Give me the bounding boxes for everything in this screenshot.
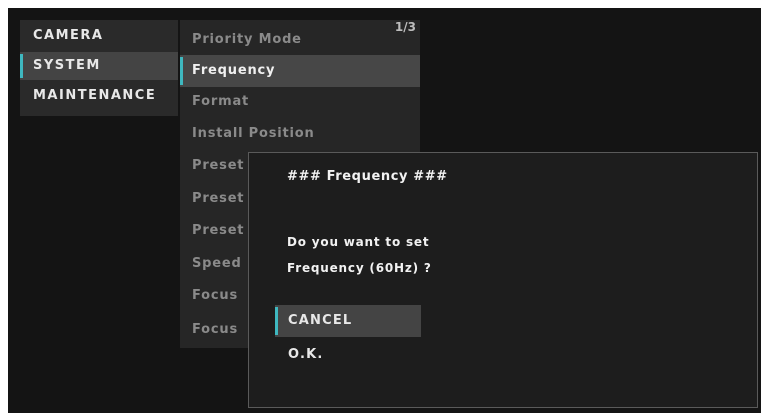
ok-button-label: O.K. — [288, 347, 324, 362]
dialog-title: ### Frequency ### — [287, 169, 448, 184]
dialog-message-line-1: Do you want to set — [287, 235, 430, 249]
dialog-message-line-2: Frequency (60Hz) ? — [287, 261, 432, 275]
main-menu-item-system[interactable]: SYSTEM — [20, 52, 178, 80]
submenu-item-priority-mode[interactable]: Priority Mode — [180, 24, 420, 56]
main-menu-item-camera[interactable]: CAMERA — [20, 22, 178, 50]
submenu-item-label: Focus — [192, 288, 238, 303]
main-menu: CAMERA SYSTEM MAINTENANCE — [20, 20, 178, 116]
submenu-item-label: Format — [192, 94, 250, 109]
cancel-button[interactable]: CANCEL — [275, 305, 421, 337]
selection-indicator — [180, 57, 183, 85]
frequency-confirm-dialog: ### Frequency ### Do you want to set Fre… — [248, 152, 758, 408]
submenu-item-label: Preset — [192, 191, 245, 206]
submenu-item-format[interactable]: Format — [180, 86, 420, 118]
submenu-item-label: Preset — [192, 223, 245, 238]
submenu-item-label: Priority Mode — [192, 32, 302, 47]
submenu-item-install-position[interactable]: Install Position — [180, 118, 420, 150]
cancel-button-label: CANCEL — [288, 313, 353, 328]
ok-button[interactable]: O.K. — [275, 339, 421, 371]
submenu-item-label: Focus — [192, 322, 238, 337]
submenu-item-label: Preset — [192, 158, 245, 173]
submenu-item-label: Install Position — [192, 126, 315, 141]
main-menu-item-maintenance[interactable]: MAINTENANCE — [20, 82, 178, 110]
camera-osd-screen: CAMERA SYSTEM MAINTENANCE 1/3 Priority M… — [8, 8, 761, 413]
main-menu-item-label: CAMERA — [33, 28, 104, 43]
submenu-item-label: Speed — [192, 256, 242, 271]
main-menu-item-label: MAINTENANCE — [33, 88, 157, 103]
selection-indicator — [275, 307, 278, 335]
main-menu-item-label: SYSTEM — [33, 58, 101, 73]
submenu-item-label: Frequency — [192, 63, 276, 78]
submenu-item-frequency[interactable]: Frequency — [180, 55, 420, 87]
selection-indicator — [20, 54, 23, 78]
